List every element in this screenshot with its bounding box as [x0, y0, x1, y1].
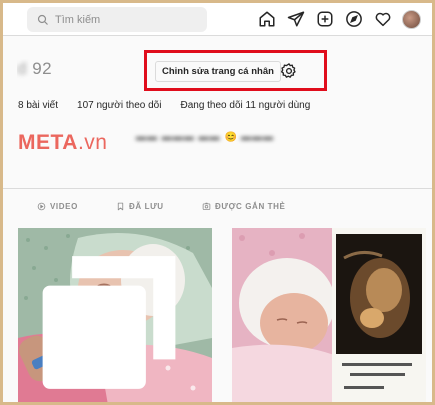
new-post-icon[interactable]	[315, 9, 335, 29]
direct-message-icon[interactable]	[286, 9, 306, 29]
posts-count: 8 bài viết	[18, 100, 59, 111]
home-icon[interactable]	[257, 9, 277, 29]
newborn-baby-with-ultrasound-photo	[232, 228, 426, 405]
edit-profile-button[interactable]: Chỉnh sửa trang cá nhân	[155, 61, 281, 82]
tag-icon	[202, 202, 211, 210]
profile-stats: 8 bài viết 107 người theo dõi Đang theo …	[18, 100, 329, 111]
top-navigation	[3, 3, 432, 36]
following-count[interactable]: Đang theo dõi 11 người dùng	[180, 100, 310, 111]
profile-tabs: VIDEO ĐÃ LƯU ĐƯỢC GẮN THẺ	[3, 188, 432, 218]
search-input[interactable]	[55, 13, 195, 26]
activity-heart-icon[interactable]	[373, 9, 393, 29]
tab-saved[interactable]: ĐÃ LƯU	[116, 202, 164, 211]
multiple-photos-icon	[42, 256, 176, 389]
username-suffix: 92	[32, 59, 53, 78]
search-box[interactable]	[27, 7, 207, 32]
posts-grid	[0, 228, 435, 405]
profile-header: d 92 Chỉnh sửa trang cá nhân 8 bài viết …	[3, 37, 432, 187]
profile-avatar[interactable]	[402, 9, 421, 29]
tab-video[interactable]: VIDEO	[37, 202, 78, 211]
search-icon	[37, 14, 48, 25]
meta-watermark: META.vn	[18, 131, 108, 154]
video-icon	[37, 202, 46, 211]
post-thumbnail[interactable]	[18, 228, 212, 405]
username-blurred: d	[17, 59, 33, 78]
post-thumbnail[interactable]	[232, 228, 426, 405]
username: d 92	[17, 59, 141, 79]
bio-emoji: 😊	[224, 132, 238, 143]
bookmark-icon	[117, 202, 124, 211]
settings-gear-icon[interactable]	[279, 61, 299, 81]
followers-count[interactable]: 107 người theo dõi	[77, 100, 161, 111]
tab-tagged[interactable]: ĐƯỢC GẮN THẺ	[202, 202, 285, 211]
bio-blurred-text: ▬▬ ▬▬▬ ▬▬	[136, 132, 221, 143]
explore-icon[interactable]	[344, 9, 364, 29]
bio-blurred-text-end: ▬▬▬	[241, 132, 275, 143]
